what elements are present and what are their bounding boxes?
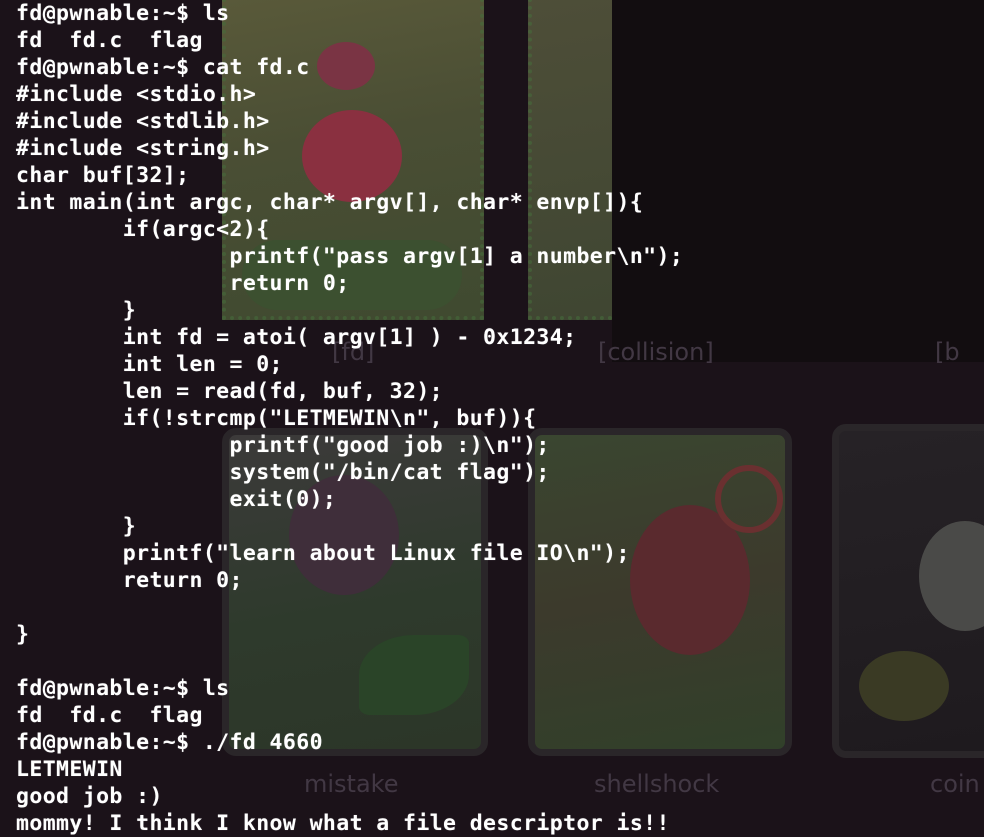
terminal-line: fd fd.c flag (16, 28, 203, 53)
terminal-line: len = read(fd, buf, 32); (16, 379, 444, 404)
terminal-line: } (16, 514, 137, 539)
terminal-line: } (16, 622, 30, 647)
terminal-line: good job :) (16, 784, 163, 809)
terminal-line: #include <stdlib.h> (16, 109, 270, 134)
terminal-line: fd@pwnable:~$ ls (16, 676, 230, 701)
terminal-line: mommy! I think I know what a file descri… (16, 811, 670, 836)
terminal-line: if(argc<2){ (16, 217, 270, 242)
terminal-line: int len = 0; (16, 352, 283, 377)
terminal-line: fd@pwnable:~$ cat fd.c (16, 55, 310, 80)
terminal-line: #include <stdio.h> (16, 82, 257, 107)
terminal-line: fd@pwnable:~$ ./fd 4660 (16, 730, 323, 755)
terminal-output[interactable]: fd@pwnable:~$ ls fd fd.c flag fd@pwnable:~… (16, 0, 683, 837)
terminal-line: printf("learn about Linux file IO\n"); (16, 541, 630, 566)
pumpkin-decoration (859, 651, 949, 721)
terminal-line: return 0; (16, 568, 243, 593)
terminal-line: printf("good job :)\n"); (16, 433, 550, 458)
terminal-line: fd fd.c flag (16, 703, 203, 728)
terminal-line: char buf[32]; (16, 163, 190, 188)
challenge-card-coin[interactable] (832, 424, 984, 758)
terminal-line: int fd = atoi( argv[1] ) - 0x1234; (16, 325, 577, 350)
ghost-character-image (919, 521, 984, 631)
terminal-line: #include <string.h> (16, 136, 270, 161)
terminal-line: if(!strcmp("LETMEWIN\n", buf)){ (16, 406, 537, 431)
terminal-line: exit(0); (16, 487, 337, 512)
terminal-line: printf("pass argv[1] a number\n"); (16, 244, 684, 269)
card-label-coin: coin (930, 770, 980, 798)
terminal-line: int main(int argc, char* argv[], char* e… (16, 190, 644, 215)
terminal-line: return 0; (16, 271, 350, 296)
card-label-bof: [b (935, 338, 960, 366)
terminal-line: system("/bin/cat flag"); (16, 460, 550, 485)
spiral-decoration (715, 465, 783, 533)
terminal-line: LETMEWIN (16, 757, 123, 782)
terminal-line: } (16, 298, 137, 323)
terminal-line: fd@pwnable:~$ ls (16, 1, 230, 26)
